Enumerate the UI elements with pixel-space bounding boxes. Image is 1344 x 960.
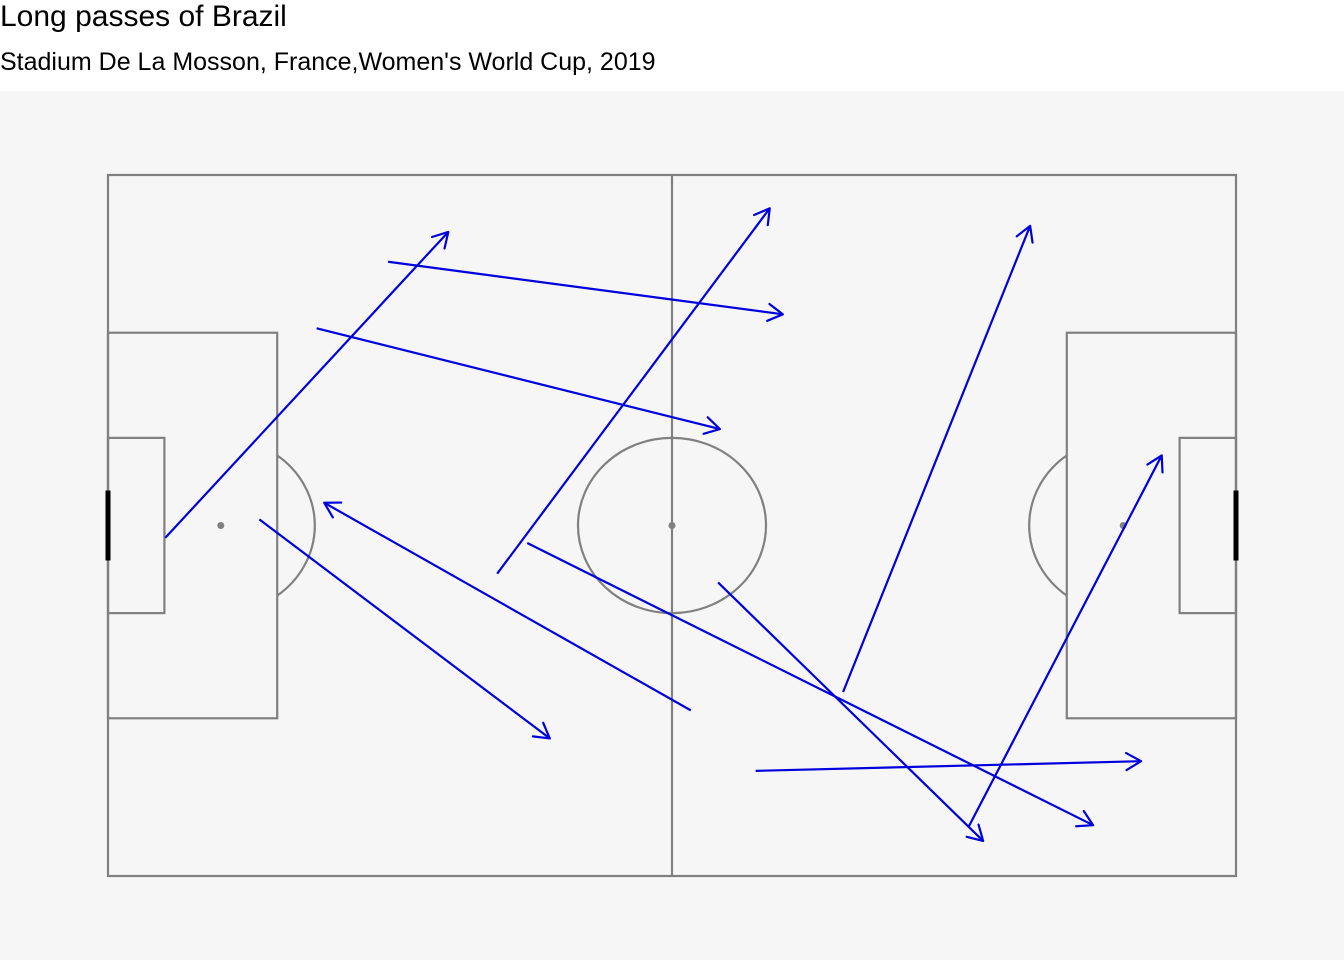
right-six-yard-box bbox=[1178, 436, 1238, 615]
pass-arrow-10 bbox=[755, 760, 1142, 772]
chart-subtitle: Stadium De La Mosson, France,Women's Wor… bbox=[0, 48, 656, 76]
plot-area bbox=[0, 91, 1344, 960]
pass-arrow-11 bbox=[968, 454, 1163, 827]
left-penalty-spot bbox=[217, 522, 225, 529]
right-penalty-area bbox=[1065, 331, 1238, 720]
pass-arrow-7 bbox=[526, 542, 1094, 827]
pass-arrow-5 bbox=[496, 207, 771, 575]
left-six-yard-box bbox=[106, 436, 166, 615]
pass-arrow-9 bbox=[842, 225, 1032, 693]
centre-spot bbox=[668, 522, 676, 529]
left-penalty-area bbox=[106, 331, 279, 720]
left-penalty-arc bbox=[276, 454, 316, 597]
chart-title: Long passes of Brazil bbox=[0, 0, 287, 33]
pass-arrow-8 bbox=[717, 581, 984, 842]
pass-arrow-4 bbox=[258, 518, 551, 740]
pass-arrow-3 bbox=[316, 327, 721, 431]
pitch-chart bbox=[105, 173, 1239, 878]
right-penalty-arc bbox=[1028, 454, 1068, 597]
